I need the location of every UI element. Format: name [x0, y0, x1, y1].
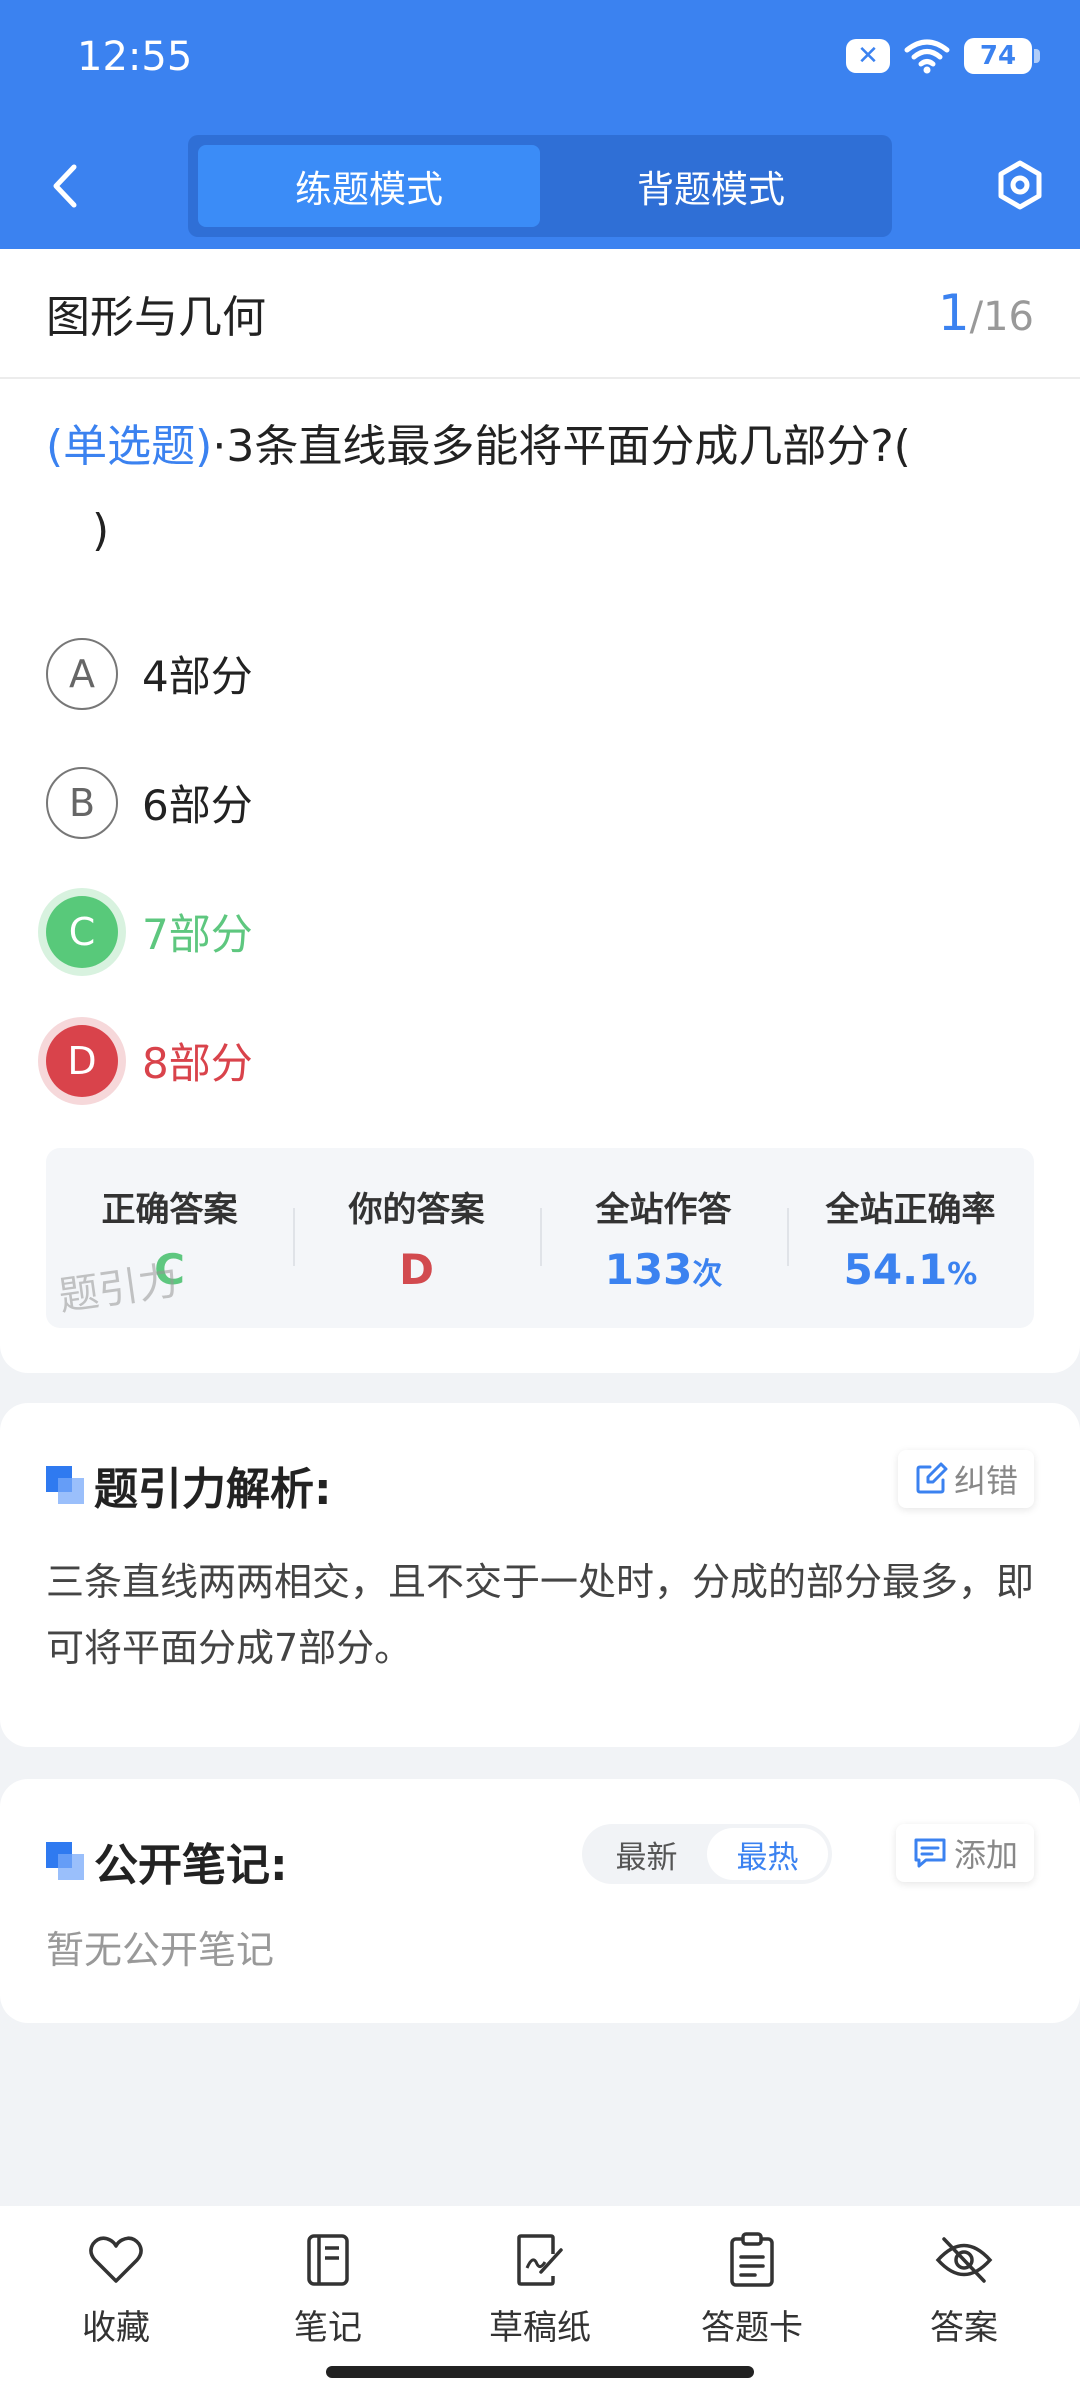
report-error-label: 纠错 [953, 1462, 1018, 1500]
notes-header: 公开笔记: [46, 1829, 288, 1893]
option-text: 4部分 [142, 652, 253, 701]
stat-label: 全站正确率 [825, 1190, 996, 1230]
answer-stats-panel: 正确答案 C 题引力 你的答案 D 全站作答 133次 全站正确率 54.1% [46, 1148, 1034, 1328]
question-tail: ) [92, 505, 110, 556]
notification-x-icon: ✕ [846, 39, 890, 73]
eye-off-icon [934, 2230, 994, 2290]
option-letter: A [46, 637, 118, 710]
chevron-left-icon [53, 164, 77, 208]
notebook-icon [298, 2230, 358, 2290]
option-text: 7部分 [142, 910, 253, 959]
section-title: 图形与几何 [46, 292, 266, 343]
notes-card: 公开笔记: 最新 最热 添加 暂无公开笔记 [0, 1779, 1080, 2023]
question-text: (单选题)·3条直线最多能将平面分成几部分?( ) [0, 379, 1080, 573]
stat-accuracy-rate: 全站正确率 54.1% [787, 1148, 1034, 1328]
nav-favorite[interactable]: 收藏 [10, 2206, 222, 2400]
stat-correct-answer: 正确答案 C 题引力 [46, 1148, 293, 1328]
attempts-unit: 次 [692, 1257, 723, 1292]
draft-icon [510, 2230, 570, 2290]
notes-sort-switch: 最新 最热 [582, 1824, 832, 1884]
stat-total-attempts: 全站作答 133次 [540, 1148, 787, 1328]
option-text: 8部分 [142, 1039, 253, 1088]
top-header: 12:55 ✕ 74 练题模式 背题模式 [0, 0, 1080, 249]
question-body: ·3条直线最多能将平面分成几部分?( [212, 421, 911, 472]
stat-your-answer: 你的答案 D [293, 1148, 540, 1328]
tab-practice-mode[interactable]: 练题模式 [198, 145, 540, 227]
current-question-number: 1 [937, 284, 970, 342]
sort-latest[interactable]: 最新 [586, 1828, 707, 1880]
question-type: (单选题) [46, 421, 213, 472]
tab-recite-mode[interactable]: 背题模式 [540, 145, 882, 227]
nav-label: 收藏 [82, 2308, 150, 2348]
rate-number: 54.1 [843, 1245, 948, 1294]
nav-label: 答题卡 [701, 2308, 803, 2348]
battery-icon: 74 [964, 38, 1040, 74]
notes-title: 公开笔记: [94, 1840, 288, 1891]
nav-label: 答案 [930, 2308, 998, 2348]
analysis-text: 三条直线两两相交，且不交于一处时，分成的部分最多，即可将平面分成7部分。 [46, 1560, 1035, 1670]
comment-icon [914, 1838, 946, 1868]
empty-notes-text: 暂无公开笔记 [46, 1928, 275, 1972]
wifi-icon [904, 39, 950, 74]
stat-label: 正确答案 [101, 1190, 238, 1230]
attempts-number: 133 [604, 1245, 693, 1294]
home-indicator[interactable] [326, 2366, 754, 2378]
option-b[interactable]: B 6部分 [46, 738, 1034, 867]
total-questions: /16 [969, 294, 1034, 340]
watermark: 题引力 [55, 1257, 182, 1321]
analysis-header: 题引力解析: [46, 1453, 332, 1517]
rate-unit: % [947, 1257, 978, 1292]
nav-label: 笔记 [294, 2308, 362, 2348]
section-row: 图形与几何 1/16 [0, 249, 1080, 379]
option-letter: B [46, 766, 118, 839]
option-letter: D [46, 1024, 118, 1097]
question-card: 图形与几何 1/16 (单选题)·3条直线最多能将平面分成几部分?( ) A 4… [0, 249, 1080, 1373]
square-bullet-icon [46, 1842, 84, 1880]
status-icons: ✕ 74 [846, 38, 1040, 74]
stat-value: 133次 [605, 1245, 723, 1294]
stat-value: 54.1% [844, 1245, 978, 1294]
stat-label: 全站作答 [595, 1190, 732, 1230]
option-c[interactable]: C 7部分 [46, 867, 1034, 996]
option-text: 6部分 [142, 781, 253, 830]
mode-switch: 练题模式 背题模式 [188, 135, 892, 237]
report-error-button[interactable]: 纠错 [897, 1450, 1034, 1508]
edit-icon [916, 1462, 948, 1494]
analysis-title: 题引力解析: [94, 1464, 332, 1515]
nav-label: 草稿纸 [489, 2308, 591, 2348]
clipboard-icon [722, 2230, 782, 2290]
options-list: A 4部分 B 6部分 C 7部分 D 8部分 [0, 573, 1080, 1125]
sort-hottest[interactable]: 最热 [707, 1828, 828, 1880]
option-a[interactable]: A 4部分 [46, 609, 1034, 738]
gear-icon [998, 160, 1042, 210]
stat-label: 你的答案 [348, 1190, 485, 1230]
add-note-button[interactable]: 添加 [895, 1824, 1034, 1882]
settings-button[interactable] [992, 157, 1048, 213]
option-letter: C [46, 895, 118, 968]
square-bullet-icon [46, 1466, 84, 1504]
analysis-card: 题引力解析: 纠错 三条直线两两相交，且不交于一处时，分成的部分最多，即可将平面… [0, 1403, 1080, 1747]
back-button[interactable] [40, 156, 90, 216]
nav-answer[interactable]: 答案 [858, 2206, 1070, 2400]
stat-value: D [399, 1245, 434, 1294]
option-d[interactable]: D 8部分 [46, 996, 1034, 1125]
add-note-label: 添加 [953, 1836, 1018, 1874]
heart-icon [86, 2230, 146, 2290]
status-time: 12:55 [77, 34, 193, 80]
question-counter: 1/16 [938, 284, 1034, 342]
